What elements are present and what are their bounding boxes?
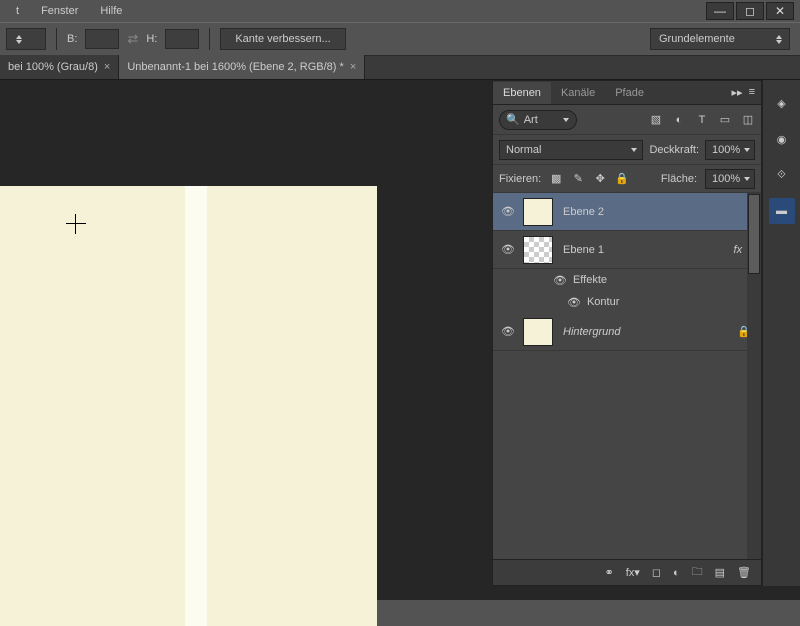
folder-icon[interactable]: 🗀: [692, 563, 703, 582]
doc-tab-1-title: bei 100% (Grau/8): [8, 61, 98, 73]
maximize-button[interactable]: ◻: [736, 2, 764, 20]
fill-field[interactable]: 100%: [705, 169, 755, 189]
filter-pixel-icon[interactable]: ▧: [649, 113, 663, 127]
effect-name: Kontur: [587, 296, 619, 308]
tab-ebenen[interactable]: Ebenen: [493, 82, 551, 104]
canvas-highlight-strip: [185, 186, 207, 626]
layer-thumbnail[interactable]: [523, 318, 553, 346]
search-icon: 🔍: [506, 113, 520, 126]
menu-fenster[interactable]: Fenster: [31, 2, 88, 20]
tool-preset-dropdown[interactable]: [6, 28, 46, 50]
lock-pixels-icon[interactable]: ✎: [571, 172, 585, 186]
fx-badge[interactable]: fx: [734, 244, 743, 256]
height-label: H:: [146, 33, 157, 45]
layers-footer: ⚭ fx▾ ◻ ◐ 🗀 ▤ 🗑: [493, 559, 761, 585]
filter-smart-icon[interactable]: ◫: [741, 113, 755, 127]
width-field[interactable]: [85, 29, 119, 49]
refine-edge-button[interactable]: Kante verbessern...: [220, 28, 345, 50]
paths-shortcut-icon[interactable]: ⟐: [769, 162, 795, 188]
document-tabbar: bei 100% (Grau/8) × Unbenannt-1 bei 1600…: [0, 56, 800, 80]
adjustment-icon[interactable]: ◐: [673, 567, 680, 579]
layer-name[interactable]: Hintergrund: [563, 326, 737, 338]
mask-icon[interactable]: ◻: [652, 566, 661, 579]
window-controls: — ◻ ✕: [706, 2, 794, 20]
collapsed-panel-dock: ◈ ◉ ⟐ ▬: [762, 80, 800, 586]
opacity-field[interactable]: 100%: [705, 140, 755, 160]
lock-label: Fixieren:: [499, 173, 541, 185]
tab-pfade[interactable]: Pfade: [605, 82, 654, 104]
layer-thumbnail[interactable]: [523, 236, 553, 264]
visibility-icon[interactable]: 👁: [553, 274, 567, 287]
close-button[interactable]: ✕: [766, 2, 794, 20]
close-icon[interactable]: ×: [104, 61, 110, 73]
visibility-icon[interactable]: 👁: [493, 243, 523, 256]
swap-wh-icon[interactable]: ⇄: [127, 31, 138, 47]
layer-name[interactable]: Ebene 1: [563, 244, 734, 256]
layer-filter-row: 🔍 Art ▧ ◐ T ▭ ◫: [493, 105, 761, 135]
fill-label: Fläche:: [661, 173, 697, 185]
layers-panel: Ebenen Kanäle Pfade ▸▸ ≡ 🔍 Art ▧ ◐ T ▭ ◫…: [492, 80, 762, 586]
doc-tab-2-title: Unbenannt-1 bei 1600% (Ebene 2, RGB/8) *: [127, 61, 343, 73]
layer-filter-type[interactable]: 🔍 Art: [499, 110, 577, 130]
blend-row: Normal Deckkraft: 100%: [493, 135, 761, 165]
effects-header[interactable]: 👁 Effekte: [493, 269, 761, 291]
width-label: B:: [67, 33, 77, 45]
layers-shortcut-icon[interactable]: ◈: [769, 90, 795, 116]
effects-label: Effekte: [573, 274, 607, 286]
workspace-label: Grundelemente: [659, 33, 735, 45]
fx-menu-icon[interactable]: fx▾: [626, 566, 640, 579]
doc-tab-1[interactable]: bei 100% (Grau/8) ×: [0, 55, 119, 79]
scrollbar[interactable]: [747, 193, 761, 559]
visibility-icon[interactable]: 👁: [567, 296, 581, 309]
panel-menu-icon[interactable]: ≡: [749, 86, 755, 99]
link-layers-icon[interactable]: ⚭: [605, 566, 614, 579]
layer-row[interactable]: 👁 Hintergrund 🔒: [493, 313, 761, 351]
new-layer-icon[interactable]: ▤: [715, 566, 725, 579]
filter-type-label: Art: [524, 114, 538, 126]
blend-mode-value: Normal: [506, 144, 541, 156]
layers-list: 👁 Ebene 2 👁 Ebene 1 fx ▼ 👁 Effekte 👁 Kon…: [493, 193, 761, 559]
panel-collapse-icon[interactable]: ▸▸: [732, 86, 743, 99]
close-icon[interactable]: ×: [350, 61, 356, 73]
visibility-icon[interactable]: 👁: [493, 205, 523, 218]
doc-tab-2[interactable]: Unbenannt-1 bei 1600% (Ebene 2, RGB/8) *…: [119, 55, 365, 79]
opacity-label: Deckkraft:: [649, 144, 699, 156]
trash-icon[interactable]: 🗑: [737, 566, 751, 579]
lock-all-icon[interactable]: 🔒: [615, 172, 629, 186]
options-bar: B: ⇄ H: Kante verbessern... Grundelement…: [0, 22, 800, 56]
visibility-icon[interactable]: 👁: [493, 325, 523, 338]
swatch-shortcut-icon[interactable]: ▬: [769, 198, 795, 224]
minimize-button[interactable]: —: [706, 2, 734, 20]
menubar: t Fenster Hilfe: [0, 0, 800, 22]
filter-type-icon[interactable]: T: [695, 113, 709, 127]
layer-name[interactable]: Ebene 2: [563, 206, 755, 218]
document-canvas[interactable]: [0, 186, 377, 626]
layer-thumbnail[interactable]: [523, 198, 553, 226]
lock-row: Fixieren: ▩ ✎ ✥ 🔒 Fläche: 100%: [493, 165, 761, 193]
lock-transparency-icon[interactable]: ▩: [549, 172, 563, 186]
layer-row[interactable]: 👁 Ebene 1 fx ▼: [493, 231, 761, 269]
color-shortcut-icon[interactable]: ◉: [769, 126, 795, 152]
effect-item[interactable]: 👁 Kontur: [493, 291, 761, 313]
menu-truncated[interactable]: t: [6, 2, 29, 20]
height-field[interactable]: [165, 29, 199, 49]
layer-row[interactable]: 👁 Ebene 2: [493, 193, 761, 231]
panel-tabs: Ebenen Kanäle Pfade ▸▸ ≡: [493, 81, 761, 105]
filter-adjust-icon[interactable]: ◐: [672, 113, 686, 127]
workspace-dropdown[interactable]: Grundelemente: [650, 28, 790, 50]
blend-mode-dropdown[interactable]: Normal: [499, 140, 643, 160]
tab-kanaele[interactable]: Kanäle: [551, 82, 605, 104]
fill-value: 100%: [712, 173, 740, 185]
lock-position-icon[interactable]: ✥: [593, 172, 607, 186]
opacity-value: 100%: [712, 144, 740, 156]
menu-hilfe[interactable]: Hilfe: [90, 2, 132, 20]
filter-shape-icon[interactable]: ▭: [718, 113, 732, 127]
